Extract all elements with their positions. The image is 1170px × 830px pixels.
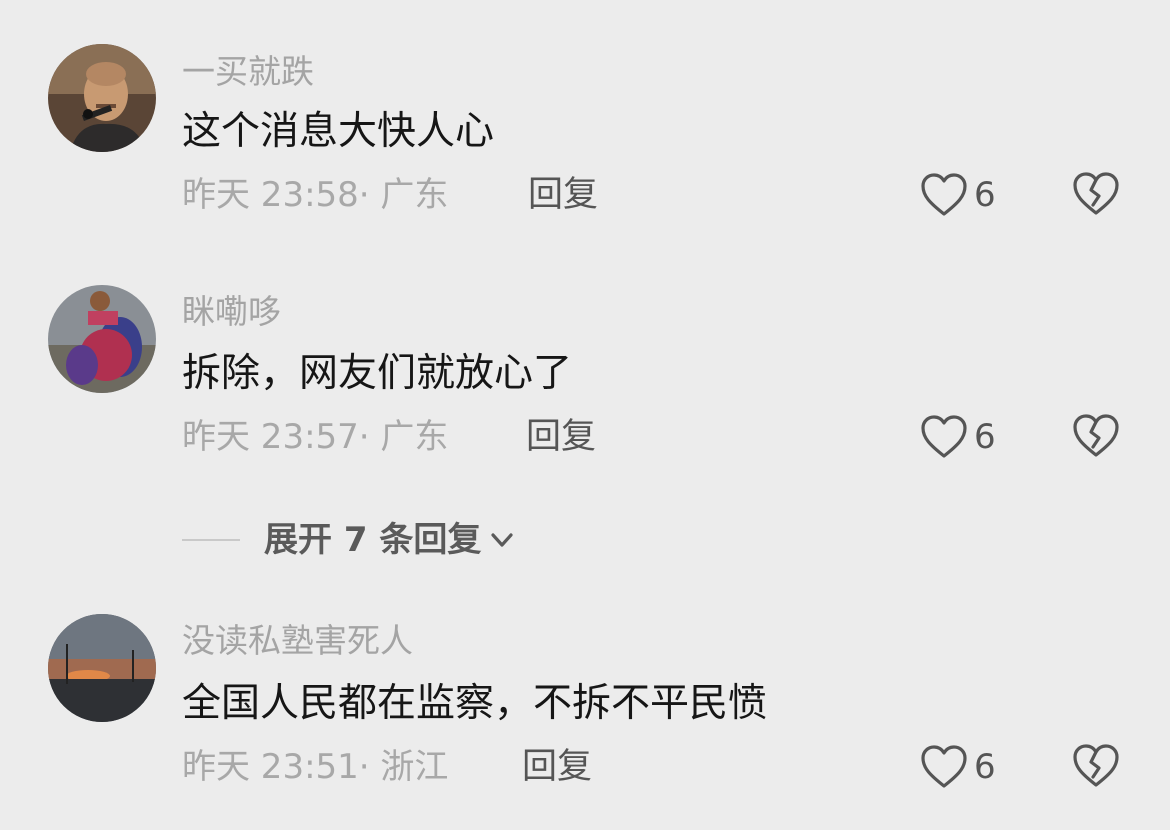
dislike-button[interactable] [1072,413,1120,461]
like-count: 6 [974,747,996,787]
dislike-button[interactable] [1072,171,1120,219]
comment-text: 全国人民都在监察，不拆不平民愤 [182,681,768,726]
comment-text: 拆除，网友们就放心了 [182,351,573,396]
divider [182,539,240,541]
avatar[interactable] [48,614,156,722]
wrestler-photo [48,285,156,393]
username[interactable]: 一买就跌 [182,52,314,92]
bald-man-photo [48,44,156,152]
avatar[interactable] [48,44,156,152]
reply-button[interactable]: 回复 [522,746,592,788]
broken-heart-icon [1073,172,1119,215]
expand-replies-label: 展开 7 条回复 [264,520,482,560]
username[interactable]: 没读私塾害死人 [182,621,413,661]
avatar[interactable] [48,285,156,393]
heart-outline-icon [921,745,967,788]
comment-meta: 昨天 23:58· 广东 [182,175,449,215]
broken-heart-icon [1073,414,1119,457]
like-button[interactable]: 6 [920,411,996,463]
reply-button[interactable]: 回复 [526,416,596,458]
like-button[interactable]: 6 [920,169,996,221]
comment-list: 一买就跌 这个消息大快人心 昨天 23:58· 广东 回复 6 眯嘞哆 拆除，网… [0,0,1170,830]
comment-meta: 昨天 23:51· 浙江 [182,747,449,787]
like-count: 6 [974,175,996,215]
like-button[interactable]: 6 [920,741,996,793]
sunset-landscape-photo [48,614,156,722]
comment-text: 这个消息大快人心 [182,109,495,154]
heart-outline-icon [921,173,967,216]
reply-button[interactable]: 回复 [528,174,598,216]
broken-heart-icon [1073,744,1119,787]
expand-replies-button[interactable]: 展开 7 条回复 [264,519,517,561]
comment-meta: 昨天 23:57· 广东 [182,417,449,457]
like-count: 6 [974,417,996,457]
dislike-button[interactable] [1072,743,1120,791]
username[interactable]: 眯嘞哆 [182,292,281,332]
chevron-down-icon [491,533,513,547]
heart-outline-icon [921,415,967,458]
expand-replies-row: 展开 7 条回复 [182,516,517,564]
